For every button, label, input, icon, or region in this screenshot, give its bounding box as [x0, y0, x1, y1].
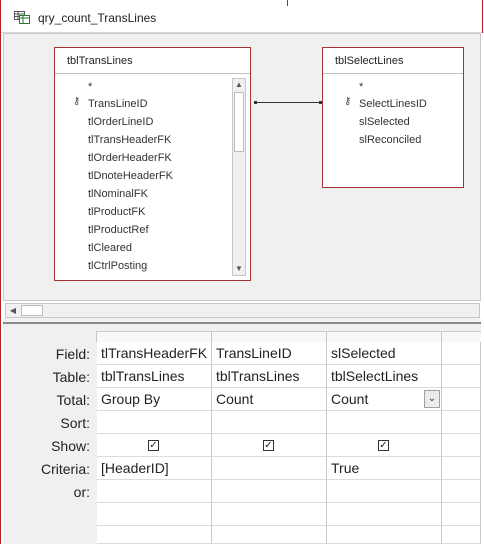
join-endpoint: [254, 101, 257, 104]
design-horizontal-scrollbar[interactable]: ◀: [5, 303, 480, 318]
grid-cell-table[interactable]: [442, 365, 481, 388]
field-item[interactable]: tlProductFK: [88, 206, 145, 218]
row-label-total: Total:: [56, 392, 90, 408]
grid-cell-field[interactable]: slSelected: [327, 342, 442, 365]
field-item[interactable]: tlProductRef: [88, 224, 149, 236]
row-label-show: Show:: [51, 438, 90, 454]
row-label-sort: Sort:: [60, 415, 90, 431]
grid-cell-sort[interactable]: [97, 411, 212, 434]
table-box-selectLines[interactable]: tblSelectLines * ⚷ SelectLinesID slSelec…: [322, 47, 464, 188]
row-label-table: Table:: [52, 369, 90, 385]
grid-cell-table[interactable]: tblTransLines: [97, 365, 212, 388]
table-header[interactable]: tblTransLines: [55, 48, 250, 74]
grid-cell-sort[interactable]: [442, 411, 481, 434]
grid-cell-or[interactable]: [327, 480, 442, 503]
grid-cell-criteria[interactable]: True: [327, 457, 442, 480]
column-selector-bar[interactable]: [96, 331, 481, 342]
grid-cell-table[interactable]: tblTransLines: [212, 365, 327, 388]
row-label-criteria: Criteria:: [40, 461, 90, 477]
field-item[interactable]: tlNominalFK: [88, 188, 148, 200]
grid-cell-sort[interactable]: [212, 411, 327, 434]
table-title: tblTransLines: [67, 55, 133, 67]
field-item[interactable]: tlCleared: [88, 242, 132, 254]
grid-cell-empty[interactable]: [97, 503, 212, 526]
row-label-or: or:: [73, 484, 90, 500]
grid-cell-total[interactable]: Count: [212, 388, 327, 411]
scrollbar-thumb[interactable]: [234, 92, 244, 152]
grid-cell-field[interactable]: TransLineID: [212, 342, 327, 365]
show-checkbox[interactable]: ✓: [263, 440, 274, 451]
tab-divider: [287, 0, 288, 6]
field-item[interactable]: tlOrderHeaderFK: [88, 152, 172, 164]
table-vertical-scrollbar[interactable]: ▲ ▼: [232, 78, 246, 276]
scroll-left-icon[interactable]: ◀: [8, 304, 18, 317]
show-checkbox[interactable]: ✓: [148, 440, 159, 451]
grid-cell-sort[interactable]: [327, 411, 442, 434]
grid-cell-empty[interactable]: [327, 526, 442, 544]
join-line[interactable]: [255, 102, 322, 103]
grid-cell-or[interactable]: [97, 480, 212, 503]
row-label-field: Field:: [55, 346, 90, 362]
field-item[interactable]: TransLineID: [88, 98, 148, 110]
grid-cell-empty[interactable]: [442, 526, 481, 544]
grid-cell-table[interactable]: tblSelectLines: [327, 365, 442, 388]
field-item[interactable]: tlOrderLineID: [88, 116, 153, 128]
query-icon: [14, 11, 30, 24]
grid-cell-field[interactable]: [442, 342, 481, 365]
grid-cell-show[interactable]: [442, 434, 481, 457]
scroll-down-icon[interactable]: ▼: [233, 263, 245, 275]
grid-cell-empty[interactable]: [442, 503, 481, 526]
grid-cell-empty[interactable]: [327, 503, 442, 526]
field-item[interactable]: *: [88, 81, 92, 93]
chevron-down-icon[interactable]: ⌄: [424, 390, 440, 408]
grid-cell-empty[interactable]: [212, 503, 327, 526]
grid-cell-criteria[interactable]: [212, 457, 327, 480]
grid-cell-empty[interactable]: [97, 526, 212, 544]
field-item[interactable]: tlDnoteHeaderFK: [88, 170, 173, 182]
grid-cell-or[interactable]: [442, 480, 481, 503]
field-item[interactable]: *: [359, 81, 363, 93]
grid-cell-field[interactable]: tlTransHeaderFK: [97, 342, 212, 365]
show-checkbox[interactable]: ✓: [378, 440, 389, 451]
field-item[interactable]: tlTransHeaderFK: [88, 134, 171, 146]
pane-splitter[interactable]: [3, 318, 481, 322]
grid-cell-total[interactable]: [442, 388, 481, 411]
scroll-up-icon[interactable]: ▲: [233, 79, 245, 91]
field-item[interactable]: tlCtrlPosting: [88, 260, 147, 272]
field-item[interactable]: SelectLinesID: [359, 98, 427, 110]
grid-cell-criteria[interactable]: [442, 457, 481, 480]
window-right-border: [482, 0, 483, 33]
field-item[interactable]: slReconciled: [359, 134, 421, 146]
scrollbar-thumb[interactable]: [21, 305, 43, 316]
table-header[interactable]: tblSelectLines: [323, 48, 463, 74]
total-value: Count: [331, 391, 369, 407]
primary-key-icon: ⚷: [73, 96, 81, 107]
grid-cell-or[interactable]: [212, 480, 327, 503]
grid-cell-criteria[interactable]: [HeaderID]: [97, 457, 212, 480]
table-box-transLines[interactable]: tblTransLines * ⚷ TransLineID tlOrderLin…: [54, 47, 251, 281]
primary-key-icon: ⚷: [344, 96, 352, 107]
grid-cell-empty[interactable]: [212, 526, 327, 544]
field-item[interactable]: slSelected: [359, 116, 410, 128]
grid-cell-total[interactable]: Group By: [97, 388, 212, 411]
table-title: tblSelectLines: [335, 55, 404, 67]
query-tab-title[interactable]: qry_count_TransLines: [38, 11, 156, 25]
